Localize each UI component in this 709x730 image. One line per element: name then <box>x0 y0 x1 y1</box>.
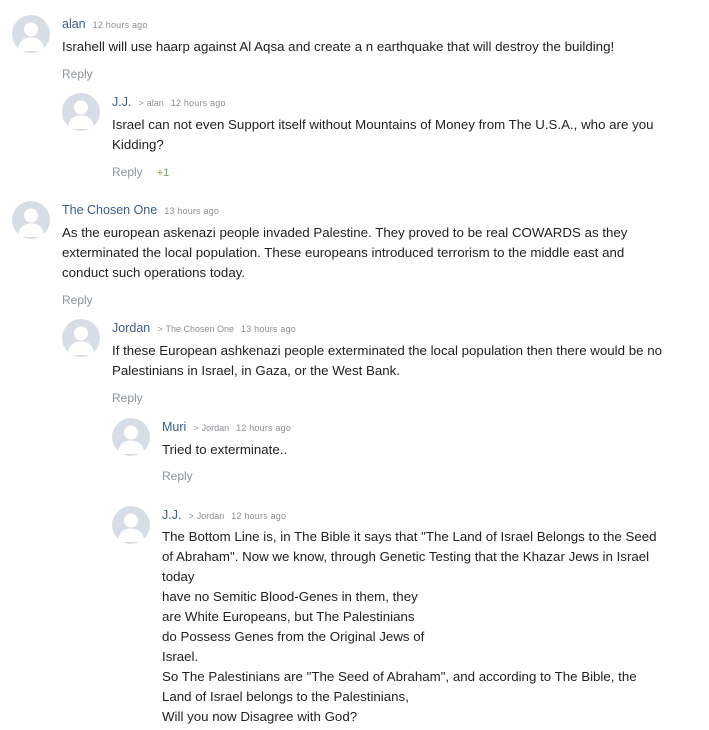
comment: The Chosen One 13 hours ago As the europe… <box>12 201 709 311</box>
comment-actions: Reply <box>62 292 93 308</box>
author-name[interactable]: J.J. <box>162 508 181 522</box>
avatar[interactable] <box>112 506 150 544</box>
timestamp: 13 hours ago <box>241 324 296 334</box>
comment-line: Will you now Disagree with God? <box>162 709 358 724</box>
comment: J.J. > alan 12 hours ago Israel can not eve… <box>62 93 709 183</box>
comment-line: of Abraham". Now we know, through Geneti… <box>162 549 650 564</box>
author-name[interactable]: Muri <box>162 420 186 434</box>
reply-to: > alan <box>138 98 163 108</box>
comment-body: Tried to exterminate.. <box>162 440 709 460</box>
comment: alan 12 hours ago Israhell will use haarp… <box>12 15 709 85</box>
user-silhouette-icon <box>18 208 44 237</box>
author-name[interactable]: The Chosen One <box>62 203 157 217</box>
comment-actions: Reply <box>112 390 143 406</box>
user-silhouette-icon <box>118 425 144 454</box>
reply-arrow: > <box>193 423 199 433</box>
comment-line: Palestinians in Israel, in Gaza, or the … <box>112 363 400 378</box>
timestamp: 12 hours ago <box>92 20 148 30</box>
comment-line: The Bottom Line is, in The Bible it says… <box>162 529 657 544</box>
comment-line: So The Palestinians are "The Seed of Abr… <box>162 669 637 684</box>
avatar[interactable] <box>112 418 150 456</box>
comment-line: Land of Israel belongs to the Palestinia… <box>162 689 409 704</box>
comment-line: have no Semitic Blood-Genes in them, the… <box>162 589 418 604</box>
avatar[interactable] <box>62 319 100 357</box>
reply-to: > Jordan <box>188 511 224 521</box>
reply-to: > The Chosen One <box>157 324 234 334</box>
reply-button[interactable]: Reply <box>62 293 93 307</box>
comment-line: Israel can not even Support itself witho… <box>112 117 654 132</box>
comment-body: If these European ashkenazi people exter… <box>112 341 709 381</box>
timestamp: 12 hours ago <box>236 423 292 433</box>
comment-body: Israel can not even Support itself witho… <box>112 115 709 155</box>
comment-line: Israhell will use haarp against Al Aqsa … <box>62 39 615 54</box>
comment-line: are White Europeans, but The Palestinian… <box>162 609 415 624</box>
comment-actions: Reply +1 <box>112 164 169 180</box>
comment-meta: alan 12 hours ago <box>62 15 148 33</box>
comment: J.J. > Jordan 12 hours ago The Bottom Line … <box>112 506 709 730</box>
comment-line: As the european askenazi people invaded … <box>62 225 628 240</box>
reply-button[interactable]: Reply <box>112 391 143 405</box>
reply-to-name[interactable]: Jordan <box>202 423 230 433</box>
comment-line: exterminated the local population. These… <box>62 245 625 260</box>
comment-actions: Reply <box>62 66 93 82</box>
comment-line: conduct such operations today. <box>62 265 246 280</box>
reply-arrow: > <box>188 511 194 521</box>
comment-line: Kidding? <box>112 137 164 152</box>
avatar[interactable] <box>12 201 50 239</box>
reply-to-name[interactable]: alan <box>147 98 164 108</box>
comment-meta: The Chosen One 13 hours ago <box>62 201 219 219</box>
comment-line: do Possess Genes from the Original Jews … <box>162 629 425 644</box>
comment-body: Israhell will use haarp against Al Aqsa … <box>62 37 709 57</box>
reply-to: > Jordan <box>193 423 229 433</box>
upvote-count[interactable]: +1 <box>157 167 170 179</box>
timestamp: 12 hours ago <box>170 98 226 108</box>
user-silhouette-icon <box>68 326 94 355</box>
user-silhouette-icon <box>118 513 144 542</box>
comment-body: The Bottom Line is, in The Bible it says… <box>162 527 709 727</box>
comment-line: If these European ashkenazi people exter… <box>112 343 662 358</box>
comment-line: Israel. <box>162 649 199 664</box>
reply-button[interactable]: Reply <box>62 67 93 81</box>
author-name[interactable]: Jordan <box>112 321 150 335</box>
timestamp: 12 hours ago <box>231 511 287 521</box>
author-name[interactable]: J.J. <box>112 95 131 109</box>
user-silhouette-icon <box>18 22 44 51</box>
avatar[interactable] <box>62 93 100 131</box>
author-name[interactable]: alan <box>62 17 86 31</box>
avatar[interactable] <box>12 15 50 53</box>
comment: Muri > Jordan 12 hours ago Tried to extermi… <box>112 418 709 488</box>
reply-arrow: > <box>157 324 163 334</box>
comment-line: today <box>162 569 195 584</box>
comment: Jordan > The Chosen One 13 hours ago If the… <box>62 319 709 409</box>
comment-meta: J.J. > Jordan 12 hours ago <box>162 506 286 524</box>
comment-meta: Muri > Jordan 12 hours ago <box>162 418 291 436</box>
comment-line: Tried to exterminate.. <box>162 442 288 457</box>
user-silhouette-icon <box>68 100 94 129</box>
comment-body: As the european askenazi people invaded … <box>62 223 709 283</box>
reply-button[interactable]: Reply <box>162 469 193 483</box>
comment-meta: J.J. > alan 12 hours ago <box>112 93 226 111</box>
reply-arrow: > <box>138 98 144 108</box>
reply-button[interactable]: Reply <box>112 165 143 179</box>
comment-actions: Reply <box>162 468 193 484</box>
reply-to-name[interactable]: The Chosen One <box>166 324 235 334</box>
comment-meta: Jordan > The Chosen One 13 hours ago <box>112 319 296 337</box>
reply-to-name[interactable]: Jordan <box>197 511 225 521</box>
timestamp: 13 hours ago <box>164 206 220 216</box>
